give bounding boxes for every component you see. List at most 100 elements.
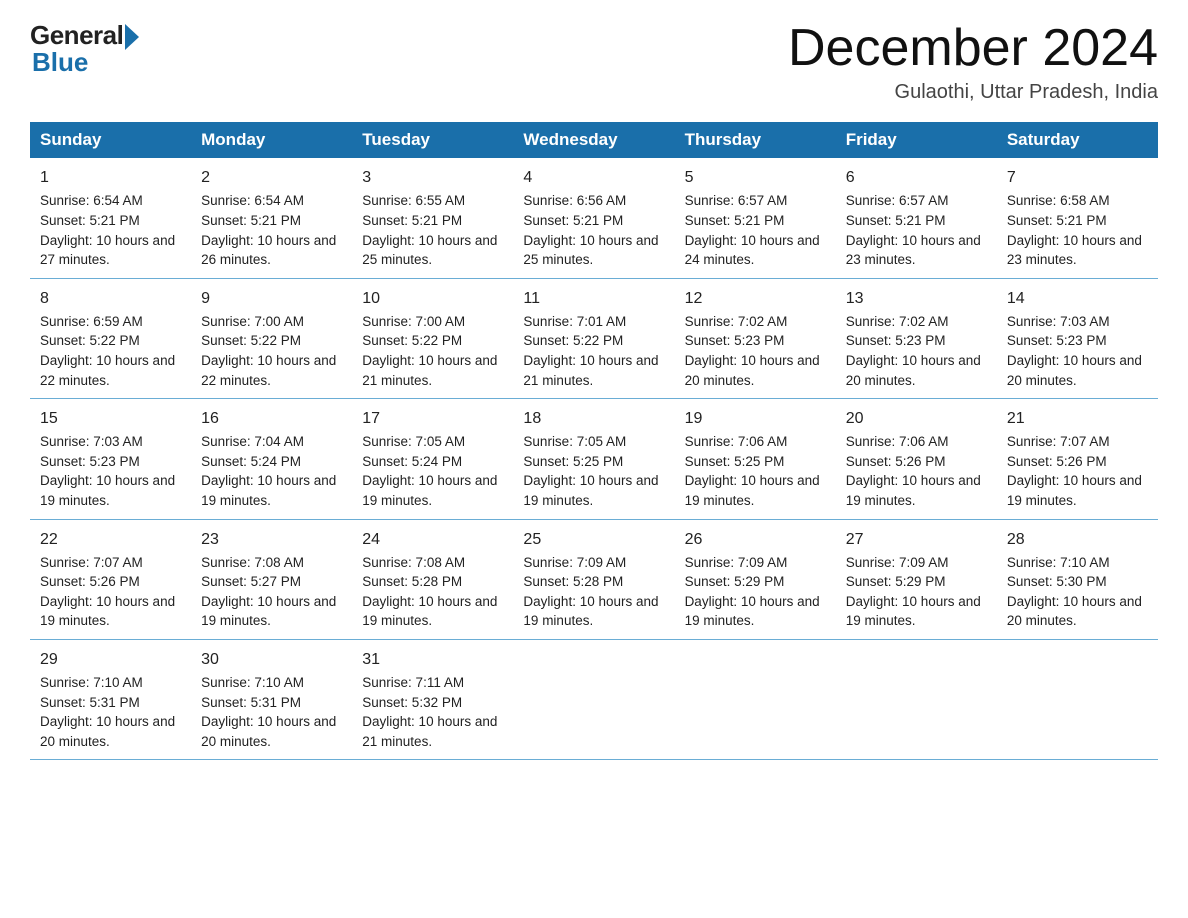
daylight-text: Daylight: 10 hours and 19 minutes. xyxy=(362,473,497,508)
sunrise-text: Sunrise: 6:55 AM xyxy=(362,193,465,208)
calendar-cell: 3Sunrise: 6:55 AMSunset: 5:21 PMDaylight… xyxy=(352,158,513,278)
day-number: 12 xyxy=(685,287,826,310)
sunset-text: Sunset: 5:26 PM xyxy=(40,574,140,589)
calendar-cell: 27Sunrise: 7:09 AMSunset: 5:29 PMDayligh… xyxy=(836,519,997,639)
calendar-cell: 9Sunrise: 7:00 AMSunset: 5:22 PMDaylight… xyxy=(191,278,352,398)
sunset-text: Sunset: 5:22 PM xyxy=(362,333,462,348)
day-number: 19 xyxy=(685,407,826,430)
sunrise-text: Sunrise: 6:57 AM xyxy=(685,193,788,208)
daylight-text: Daylight: 10 hours and 27 minutes. xyxy=(40,233,175,268)
daylight-text: Daylight: 10 hours and 21 minutes. xyxy=(362,714,497,749)
calendar-cell: 28Sunrise: 7:10 AMSunset: 5:30 PMDayligh… xyxy=(997,519,1158,639)
calendar-cell: 31Sunrise: 7:11 AMSunset: 5:32 PMDayligh… xyxy=(352,639,513,759)
sunrise-text: Sunrise: 7:10 AM xyxy=(40,675,143,690)
calendar-cell: 4Sunrise: 6:56 AMSunset: 5:21 PMDaylight… xyxy=(513,158,674,278)
day-number: 20 xyxy=(846,407,987,430)
sunset-text: Sunset: 5:23 PM xyxy=(40,454,140,469)
sunrise-text: Sunrise: 7:08 AM xyxy=(201,555,304,570)
sunset-text: Sunset: 5:28 PM xyxy=(362,574,462,589)
daylight-text: Daylight: 10 hours and 20 minutes. xyxy=(1007,594,1142,629)
calendar-week-4: 22Sunrise: 7:07 AMSunset: 5:26 PMDayligh… xyxy=(30,519,1158,639)
sunset-text: Sunset: 5:21 PM xyxy=(201,213,301,228)
sunrise-text: Sunrise: 7:03 AM xyxy=(1007,314,1110,329)
sunrise-text: Sunrise: 7:06 AM xyxy=(846,434,949,449)
calendar-cell: 16Sunrise: 7:04 AMSunset: 5:24 PMDayligh… xyxy=(191,399,352,519)
sunrise-text: Sunrise: 7:05 AM xyxy=(362,434,465,449)
sunrise-text: Sunrise: 7:08 AM xyxy=(362,555,465,570)
sunrise-text: Sunrise: 7:00 AM xyxy=(362,314,465,329)
sunset-text: Sunset: 5:21 PM xyxy=(846,213,946,228)
sunrise-text: Sunrise: 7:00 AM xyxy=(201,314,304,329)
column-header-wednesday: Wednesday xyxy=(513,122,674,158)
column-header-tuesday: Tuesday xyxy=(352,122,513,158)
sunset-text: Sunset: 5:23 PM xyxy=(685,333,785,348)
calendar-cell: 15Sunrise: 7:03 AMSunset: 5:23 PMDayligh… xyxy=(30,399,191,519)
sunrise-text: Sunrise: 7:07 AM xyxy=(1007,434,1110,449)
daylight-text: Daylight: 10 hours and 23 minutes. xyxy=(846,233,981,268)
sunset-text: Sunset: 5:21 PM xyxy=(1007,213,1107,228)
day-number: 26 xyxy=(685,528,826,551)
sunset-text: Sunset: 5:25 PM xyxy=(523,454,623,469)
calendar-cell xyxy=(513,639,674,759)
day-number: 30 xyxy=(201,648,342,671)
daylight-text: Daylight: 10 hours and 19 minutes. xyxy=(523,473,658,508)
column-header-friday: Friday xyxy=(836,122,997,158)
sunset-text: Sunset: 5:25 PM xyxy=(685,454,785,469)
sunset-text: Sunset: 5:31 PM xyxy=(40,695,140,710)
sunrise-text: Sunrise: 7:07 AM xyxy=(40,555,143,570)
calendar-cell: 5Sunrise: 6:57 AMSunset: 5:21 PMDaylight… xyxy=(675,158,836,278)
sunset-text: Sunset: 5:23 PM xyxy=(846,333,946,348)
sunset-text: Sunset: 5:26 PM xyxy=(846,454,946,469)
calendar-cell: 24Sunrise: 7:08 AMSunset: 5:28 PMDayligh… xyxy=(352,519,513,639)
sunrise-text: Sunrise: 6:59 AM xyxy=(40,314,143,329)
title-block: December 2024 Gulaothi, Uttar Pradesh, I… xyxy=(788,20,1158,104)
daylight-text: Daylight: 10 hours and 19 minutes. xyxy=(1007,473,1142,508)
logo-blue-text: Blue xyxy=(32,47,88,78)
daylight-text: Daylight: 10 hours and 19 minutes. xyxy=(40,473,175,508)
daylight-text: Daylight: 10 hours and 20 minutes. xyxy=(201,714,336,749)
sunrise-text: Sunrise: 7:10 AM xyxy=(201,675,304,690)
daylight-text: Daylight: 10 hours and 21 minutes. xyxy=(362,353,497,388)
day-number: 31 xyxy=(362,648,503,671)
day-number: 15 xyxy=(40,407,181,430)
calendar-cell: 22Sunrise: 7:07 AMSunset: 5:26 PMDayligh… xyxy=(30,519,191,639)
calendar-cell: 14Sunrise: 7:03 AMSunset: 5:23 PMDayligh… xyxy=(997,278,1158,398)
calendar-week-2: 8Sunrise: 6:59 AMSunset: 5:22 PMDaylight… xyxy=(30,278,1158,398)
logo-arrow-icon xyxy=(125,24,139,50)
sunset-text: Sunset: 5:21 PM xyxy=(362,213,462,228)
day-number: 7 xyxy=(1007,166,1148,189)
column-header-thursday: Thursday xyxy=(675,122,836,158)
day-number: 6 xyxy=(846,166,987,189)
sunset-text: Sunset: 5:22 PM xyxy=(201,333,301,348)
sunrise-text: Sunrise: 7:09 AM xyxy=(685,555,788,570)
sunset-text: Sunset: 5:22 PM xyxy=(40,333,140,348)
sunrise-text: Sunrise: 7:09 AM xyxy=(846,555,949,570)
daylight-text: Daylight: 10 hours and 26 minutes. xyxy=(201,233,336,268)
sunset-text: Sunset: 5:22 PM xyxy=(523,333,623,348)
daylight-text: Daylight: 10 hours and 19 minutes. xyxy=(201,594,336,629)
daylight-text: Daylight: 10 hours and 19 minutes. xyxy=(201,473,336,508)
day-number: 14 xyxy=(1007,287,1148,310)
calendar-week-3: 15Sunrise: 7:03 AMSunset: 5:23 PMDayligh… xyxy=(30,399,1158,519)
day-number: 10 xyxy=(362,287,503,310)
daylight-text: Daylight: 10 hours and 24 minutes. xyxy=(685,233,820,268)
sunset-text: Sunset: 5:29 PM xyxy=(846,574,946,589)
sunset-text: Sunset: 5:30 PM xyxy=(1007,574,1107,589)
sunset-text: Sunset: 5:21 PM xyxy=(40,213,140,228)
sunset-text: Sunset: 5:24 PM xyxy=(362,454,462,469)
calendar-week-1: 1Sunrise: 6:54 AMSunset: 5:21 PMDaylight… xyxy=(30,158,1158,278)
sunset-text: Sunset: 5:29 PM xyxy=(685,574,785,589)
sunrise-text: Sunrise: 7:06 AM xyxy=(685,434,788,449)
daylight-text: Daylight: 10 hours and 20 minutes. xyxy=(685,353,820,388)
sunrise-text: Sunrise: 6:54 AM xyxy=(40,193,143,208)
day-number: 24 xyxy=(362,528,503,551)
day-number: 23 xyxy=(201,528,342,551)
calendar-cell: 20Sunrise: 7:06 AMSunset: 5:26 PMDayligh… xyxy=(836,399,997,519)
calendar-cell: 11Sunrise: 7:01 AMSunset: 5:22 PMDayligh… xyxy=(513,278,674,398)
calendar-cell xyxy=(997,639,1158,759)
sunrise-text: Sunrise: 7:10 AM xyxy=(1007,555,1110,570)
sunrise-text: Sunrise: 6:57 AM xyxy=(846,193,949,208)
page-header: General Blue December 2024 Gulaothi, Utt… xyxy=(30,20,1158,104)
sunrise-text: Sunrise: 7:11 AM xyxy=(362,675,464,690)
calendar-cell: 1Sunrise: 6:54 AMSunset: 5:21 PMDaylight… xyxy=(30,158,191,278)
